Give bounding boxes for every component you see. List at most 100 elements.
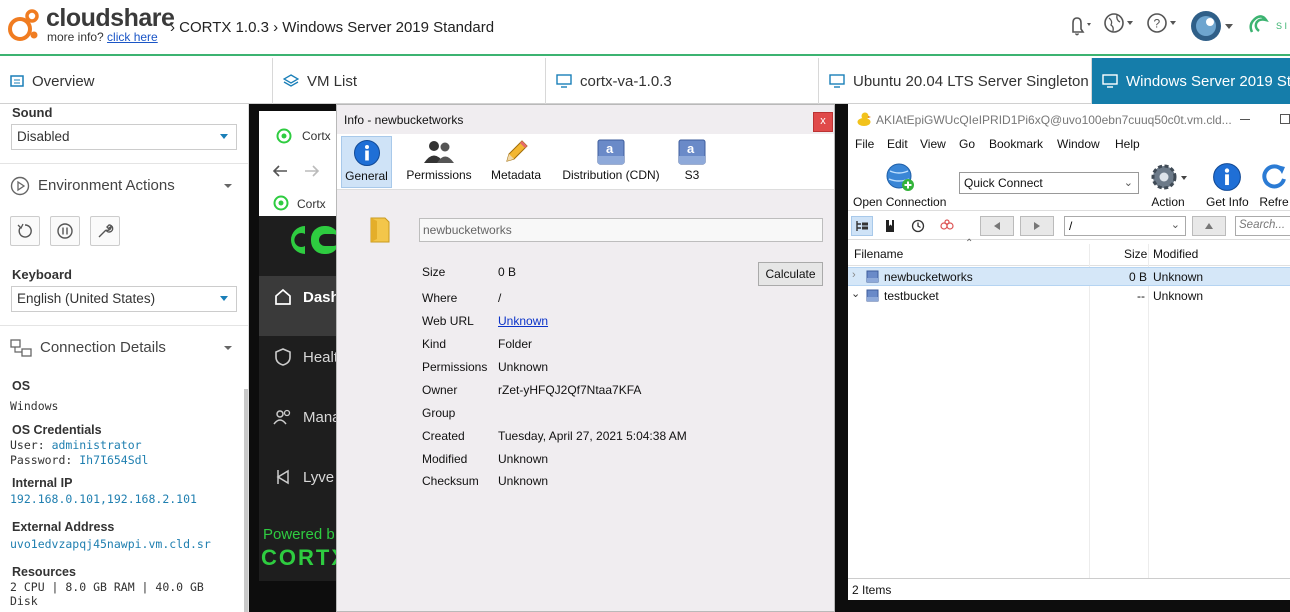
calculate-button[interactable]: Calculate bbox=[758, 262, 823, 286]
password-value[interactable]: Ih7I654Sdl bbox=[79, 453, 148, 467]
navigation-bar: / ⌄ Search... bbox=[848, 212, 1290, 240]
bonjour-button[interactable] bbox=[936, 216, 958, 236]
nav-label: Dash bbox=[303, 288, 340, 306]
tab-overview[interactable]: Overview bbox=[0, 58, 273, 104]
nav-manage[interactable]: Mana bbox=[259, 407, 341, 427]
file-row[interactable]: ⌄ testbucket -- Unknown bbox=[848, 287, 1290, 306]
monitor-icon bbox=[829, 74, 845, 88]
column-filename[interactable]: Filename bbox=[854, 247, 903, 261]
web-url-link[interactable]: Unknown bbox=[498, 314, 548, 328]
user-line: User: administrator bbox=[10, 438, 142, 452]
close-button[interactable]: x bbox=[813, 112, 833, 132]
tab-distribution-cdn[interactable]: a Distribution (CDN) bbox=[559, 136, 663, 188]
nav-lyve[interactable]: Lyve bbox=[259, 467, 334, 487]
file-row[interactable]: › newbucketworks 0 B Unknown bbox=[848, 267, 1290, 286]
tools-button[interactable] bbox=[90, 216, 120, 246]
help-icon[interactable]: ? bbox=[1144, 12, 1180, 38]
forward-button[interactable] bbox=[1020, 216, 1054, 236]
forward-arrow-icon[interactable] bbox=[303, 163, 321, 179]
minimize-button[interactable] bbox=[1240, 119, 1250, 120]
nav-dashboard[interactable]: Dash bbox=[259, 287, 340, 307]
prop-key: Web URL bbox=[422, 314, 474, 328]
parent-directory-button[interactable] bbox=[1192, 216, 1226, 236]
collapse-icon[interactable]: ⌄ bbox=[851, 287, 860, 300]
back-button[interactable] bbox=[980, 216, 1014, 236]
connection-details-header[interactable]: Connection Details bbox=[0, 325, 248, 369]
quick-connect-select[interactable]: Quick Connect ⌄ bbox=[959, 172, 1139, 194]
action-button[interactable]: Action bbox=[1148, 159, 1188, 209]
tab-label: S3 bbox=[684, 168, 700, 182]
more-info-text: more info? bbox=[47, 30, 104, 44]
column-modified[interactable]: Modified bbox=[1153, 247, 1198, 261]
breadcrumb: › CORTX 1.0.3 › Windows Server 2019 Stan… bbox=[170, 19, 495, 36]
menu-window[interactable]: Window bbox=[1057, 137, 1100, 151]
internal-ip-label: Internal IP bbox=[12, 476, 73, 490]
remote-desktop[interactable]: Cortx Cortx Dash Healt Mana Lyve Powered… bbox=[249, 104, 1290, 612]
suspend-button[interactable] bbox=[50, 216, 80, 246]
environment-actions-header[interactable]: Environment Actions bbox=[0, 163, 248, 207]
tab-vm-list[interactable]: VM List bbox=[273, 58, 546, 104]
prop-value: Tuesday, April 27, 2021 5:04:38 AM bbox=[498, 429, 687, 443]
status-bar: 2 Items bbox=[848, 578, 1290, 600]
browser-tab-title[interactable]: Cortx bbox=[302, 129, 331, 143]
tab-permissions[interactable]: Permissions bbox=[405, 136, 473, 188]
amazon-drive-icon: a bbox=[678, 139, 706, 165]
history-button[interactable] bbox=[907, 216, 929, 236]
path-select[interactable]: / ⌄ bbox=[1064, 216, 1186, 236]
tab-windows-server[interactable]: Windows Server 2019 Sta bbox=[1092, 58, 1290, 104]
tab-label: Distribution (CDN) bbox=[562, 168, 660, 182]
external-address-label: External Address bbox=[12, 520, 115, 534]
filename-value: newbucketworks bbox=[423, 223, 512, 237]
sort-indicator-icon: ⌃ bbox=[965, 238, 974, 249]
tab-label: Metadata bbox=[490, 168, 542, 182]
tab-cortx-va[interactable]: cortx-va-1.0.3 bbox=[546, 58, 819, 104]
more-info: more info? click here bbox=[47, 30, 158, 44]
browser-view-button[interactable] bbox=[851, 216, 873, 236]
nav-health[interactable]: Healt bbox=[259, 347, 338, 367]
keyboard-label: Keyboard bbox=[12, 267, 72, 282]
tab-metadata[interactable]: Metadata bbox=[487, 136, 545, 188]
menu-view[interactable]: View bbox=[920, 137, 946, 151]
revert-icon bbox=[17, 223, 32, 238]
users-icon bbox=[273, 409, 291, 425]
maximize-button[interactable] bbox=[1280, 114, 1290, 124]
menu-file[interactable]: File bbox=[855, 137, 874, 151]
expand-icon[interactable]: › bbox=[852, 269, 856, 281]
cloudshare-logo[interactable] bbox=[6, 7, 42, 43]
svg-text:?: ? bbox=[1154, 17, 1161, 31]
click-here-link[interactable]: click here bbox=[107, 30, 158, 44]
back-arrow-icon[interactable] bbox=[271, 163, 289, 179]
internal-ip-text[interactable]: 192.168.0.101,192.168.2.101 bbox=[10, 492, 197, 506]
open-connection-button[interactable]: Open Connection bbox=[853, 159, 946, 209]
avatar[interactable] bbox=[1190, 10, 1240, 42]
refresh-button[interactable]: Refre bbox=[1258, 159, 1290, 209]
keyboard-select[interactable]: English (United States) bbox=[11, 286, 237, 312]
external-address-text[interactable]: uvo1edvzapqj45nawpi.vm.cld.sr bbox=[10, 537, 211, 551]
tab-ubuntu[interactable]: Ubuntu 20.04 LTS Server Singleton bbox=[819, 58, 1092, 104]
globe-icon[interactable] bbox=[1101, 12, 1137, 38]
info-icon bbox=[1213, 163, 1242, 191]
get-info-button[interactable]: Get Info bbox=[1206, 159, 1249, 209]
bell-icon[interactable] bbox=[1062, 12, 1094, 38]
menu-help[interactable]: Help bbox=[1115, 137, 1140, 151]
info-icon bbox=[353, 140, 380, 166]
bonjour-icon bbox=[940, 219, 954, 230]
bookmarks-button[interactable] bbox=[879, 216, 901, 236]
menu-bookmark[interactable]: Bookmark bbox=[989, 137, 1043, 151]
chevron-down-icon bbox=[224, 346, 232, 350]
tab-general[interactable]: General bbox=[341, 136, 392, 188]
bookmark-title[interactable]: Cortx bbox=[297, 197, 326, 211]
resources-line-1: 2 CPU | 8.0 GB RAM | 40.0 GB bbox=[10, 580, 204, 594]
menu-edit[interactable]: Edit bbox=[887, 137, 908, 151]
user-value[interactable]: administrator bbox=[52, 438, 142, 452]
tab-s3[interactable]: a S3 bbox=[675, 136, 709, 188]
tree-icon bbox=[856, 221, 868, 231]
search-input[interactable]: Search... bbox=[1235, 216, 1290, 236]
filename-field[interactable]: newbucketworks bbox=[419, 218, 823, 242]
column-size[interactable]: Size bbox=[1124, 247, 1147, 261]
path-value: / bbox=[1069, 219, 1073, 233]
tab-bar: Overview VM List cortx-va-1.0.3 Ubuntu 2… bbox=[0, 58, 1290, 104]
menu-go[interactable]: Go bbox=[959, 137, 975, 151]
sound-select[interactable]: Disabled bbox=[11, 124, 237, 150]
revert-button[interactable] bbox=[10, 216, 40, 246]
